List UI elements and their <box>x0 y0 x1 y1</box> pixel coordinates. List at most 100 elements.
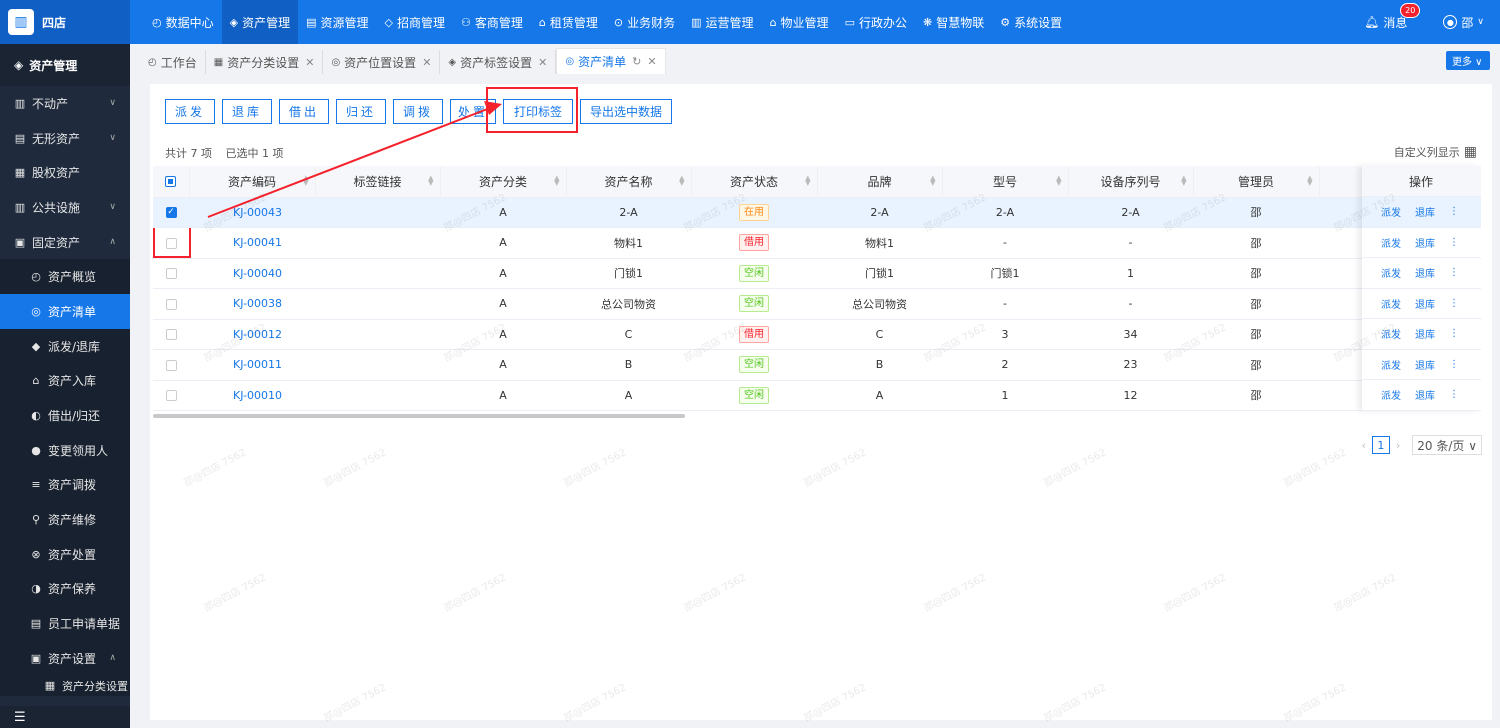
return-link[interactable]: 退库 <box>1415 296 1435 311</box>
dispatch-link[interactable]: 派发 <box>1381 265 1401 280</box>
asset-code-link[interactable]: KJ-00012 <box>189 319 315 350</box>
tab-4[interactable]: ◎ 资产清单 ↻ ✕ <box>556 48 666 74</box>
sidebar-item-10[interactable]: ● 变更领用人 <box>0 432 130 468</box>
column-header-3[interactable]: 资产名称 ▲ ▼ <box>566 166 692 198</box>
column-header-7[interactable]: 设备序列号 ▲ ▼ <box>1068 166 1194 198</box>
sort-icon[interactable]: ▲ ▼ <box>805 175 810 187</box>
topnav-item-1[interactable]: ◈ 资产管理 <box>221 0 299 44</box>
sidebar-item-1[interactable]: ▤ 无形资产 ∨ <box>0 121 130 156</box>
tab-0[interactable]: ◴ 工作台 <box>140 50 206 74</box>
sidebar-item-13[interactable]: ⊗ 资产处置 <box>0 536 130 572</box>
topnav-item-8[interactable]: ⌂ 物业管理 <box>762 0 837 44</box>
topnav-item-2[interactable]: ▤ 资源管理 <box>298 0 376 44</box>
topnav-item-4[interactable]: ⚇ 客商管理 <box>453 0 531 44</box>
sort-icon[interactable]: ▲ ▼ <box>679 175 684 187</box>
table-row[interactable]: KJ-00010 A A 空闲 A 1 12 邵 <box>153 380 1481 411</box>
more-actions-icon[interactable]: ⋮ <box>1449 328 1459 339</box>
table-row[interactable]: KJ-00011 A B 空闲 B 2 23 邵 <box>153 349 1481 381</box>
messages-button[interactable]: 🔔︎ 消息 20 <box>1364 2 1421 31</box>
topnav-item-6[interactable]: ⊙ 业务财务 <box>606 0 683 44</box>
sidebar-item-7[interactable]: ◆ 派发/退库 <box>0 328 130 364</box>
sidebar-item-9[interactable]: ◐ 借出/归还 <box>0 398 130 433</box>
column-header-4[interactable]: 资产状态 ▲ ▼ <box>691 166 818 198</box>
asset-code-link[interactable]: KJ-00011 <box>189 349 315 381</box>
column-header-5[interactable]: 品牌 ▲ ▼ <box>817 166 943 198</box>
topnav-item-11[interactable]: ⚙ 系统设置 <box>992 0 1070 44</box>
more-actions-icon[interactable]: ⋮ <box>1449 267 1459 278</box>
tab-2[interactable]: ◎ 资产位置设置 ✕ <box>323 50 441 74</box>
table-row[interactable]: KJ-00040 A 门锁1 空闲 门锁1 门锁1 1 邵 <box>153 258 1481 289</box>
row-checkbox[interactable] <box>165 390 177 402</box>
row-checkbox[interactable] <box>165 298 177 310</box>
sidebar-item-3[interactable]: ▥ 公共设施 ∨ <box>0 190 130 225</box>
table-row[interactable]: KJ-00038 A 总公司物资 空闲 总公司物资 - - 邵 <box>153 288 1481 320</box>
return-link[interactable]: 退库 <box>1415 235 1435 250</box>
page-1-button[interactable]: 1 <box>1371 436 1390 454</box>
sidebar-item-0[interactable]: ▥ 不动产 ∨ <box>0 86 130 121</box>
sidebar-item-6[interactable]: ◎ 资产清单 <box>0 294 130 329</box>
sidebar-item-11[interactable]: ≡ 资产调拨 <box>0 467 130 503</box>
tabs-more-button[interactable]: 更多 ∨ <box>1446 51 1490 70</box>
more-actions-icon[interactable]: ⋮ <box>1449 237 1459 248</box>
column-header-6[interactable]: 型号 ▲ ▼ <box>942 166 1069 198</box>
return-link[interactable]: 退库 <box>1415 265 1435 280</box>
close-icon[interactable]: ✕ <box>647 55 656 68</box>
topnav-item-3[interactable]: ◇ 招商管理 <box>377 0 453 44</box>
dispatch-link[interactable]: 派发 <box>1381 357 1401 372</box>
return-link[interactable]: 退库 <box>1415 326 1435 341</box>
column-header-8[interactable]: 管理员 ▲ ▼ <box>1193 166 1320 198</box>
row-checkbox[interactable] <box>165 329 177 341</box>
prev-page-icon[interactable]: ‹ <box>1361 439 1365 452</box>
topnav-item-10[interactable]: ❋ 智慧物联 <box>915 0 992 44</box>
sidebar-item-12[interactable]: ⚲ 资产维修 <box>0 502 130 537</box>
dispatch-link[interactable]: 派发 <box>1381 235 1401 250</box>
sidebar-item-17[interactable]: ▦ 资产分类设置 <box>0 675 130 696</box>
sort-icon[interactable]: ▲ ▼ <box>1056 175 1061 187</box>
custom-columns-button[interactable]: 自定义列显示 ▦ <box>1394 144 1477 160</box>
toolbar-button-7[interactable]: 导出选中数据 <box>580 99 672 124</box>
tab-1[interactable]: ▦ 资产分类设置 ✕ <box>205 50 324 74</box>
close-icon[interactable]: ✕ <box>422 56 431 69</box>
return-link[interactable]: 退库 <box>1415 357 1435 372</box>
return-link[interactable]: 退库 <box>1415 387 1435 402</box>
sidebar-item-2[interactable]: ▦ 股权资产 <box>0 155 130 190</box>
user-menu[interactable]: ● 邵 ∨ <box>1443 14 1484 31</box>
logo[interactable]: ▥ 四店 <box>0 0 130 44</box>
topnav-item-7[interactable]: ▥ 运营管理 <box>683 0 761 44</box>
topnav-item-5[interactable]: ⌂ 租赁管理 <box>531 0 606 44</box>
dispatch-link[interactable]: 派发 <box>1381 326 1401 341</box>
sidebar-item-16[interactable]: ▣ 资产设置 ∧ <box>0 641 130 676</box>
asset-code-link[interactable]: KJ-00040 <box>189 258 315 289</box>
topnav-item-9[interactable]: ▭ 行政办公 <box>837 0 915 44</box>
more-actions-icon[interactable]: ⋮ <box>1449 389 1459 400</box>
more-actions-icon[interactable]: ⋮ <box>1449 359 1459 370</box>
row-checkbox[interactable] <box>165 268 177 280</box>
topnav-item-0[interactable]: ◴ 数据中心 <box>144 0 222 44</box>
page-size-select[interactable]: 20 条/页 ∨ <box>1412 435 1482 455</box>
refresh-icon[interactable]: ↻ <box>632 55 641 68</box>
close-icon[interactable]: ✕ <box>305 56 314 69</box>
dispatch-link[interactable]: 派发 <box>1381 296 1401 311</box>
asset-code-link[interactable]: KJ-00010 <box>189 380 315 411</box>
sort-icon[interactable]: ▲ ▼ <box>930 175 935 187</box>
more-actions-icon[interactable]: ⋮ <box>1449 206 1459 217</box>
asset-code-link[interactable]: KJ-00038 <box>189 288 315 320</box>
sidebar-item-4[interactable]: ▣ 固定资产 ∧ <box>0 225 130 260</box>
collapse-sidebar-button[interactable]: ☰ <box>0 706 130 728</box>
horizontal-scrollbar[interactable] <box>153 414 685 418</box>
tab-3[interactable]: ◈ 资产标签设置 ✕ <box>440 50 557 74</box>
sidebar-item-15[interactable]: ▤ 员工申请单据 <box>0 606 130 641</box>
row-checkbox[interactable] <box>165 359 177 371</box>
sort-icon[interactable]: ▲ ▼ <box>1181 175 1186 187</box>
sort-icon[interactable]: ▲ ▼ <box>1307 175 1312 187</box>
next-page-icon[interactable]: › <box>1396 439 1400 452</box>
sidebar-item-8[interactable]: ⌂ 资产入库 <box>0 363 130 399</box>
sidebar-item-14[interactable]: ◑ 资产保养 <box>0 571 130 607</box>
return-link[interactable]: 退库 <box>1415 204 1435 219</box>
more-actions-icon[interactable]: ⋮ <box>1449 298 1459 309</box>
table-row[interactable]: KJ-00012 A C 借用 C 3 34 邵 <box>153 319 1481 350</box>
sidebar-item-5[interactable]: ◴ 资产概览 <box>0 259 130 295</box>
dispatch-link[interactable]: 派发 <box>1381 387 1401 402</box>
close-icon[interactable]: ✕ <box>538 56 547 69</box>
sort-icon[interactable]: ▲ ▼ <box>554 175 559 187</box>
